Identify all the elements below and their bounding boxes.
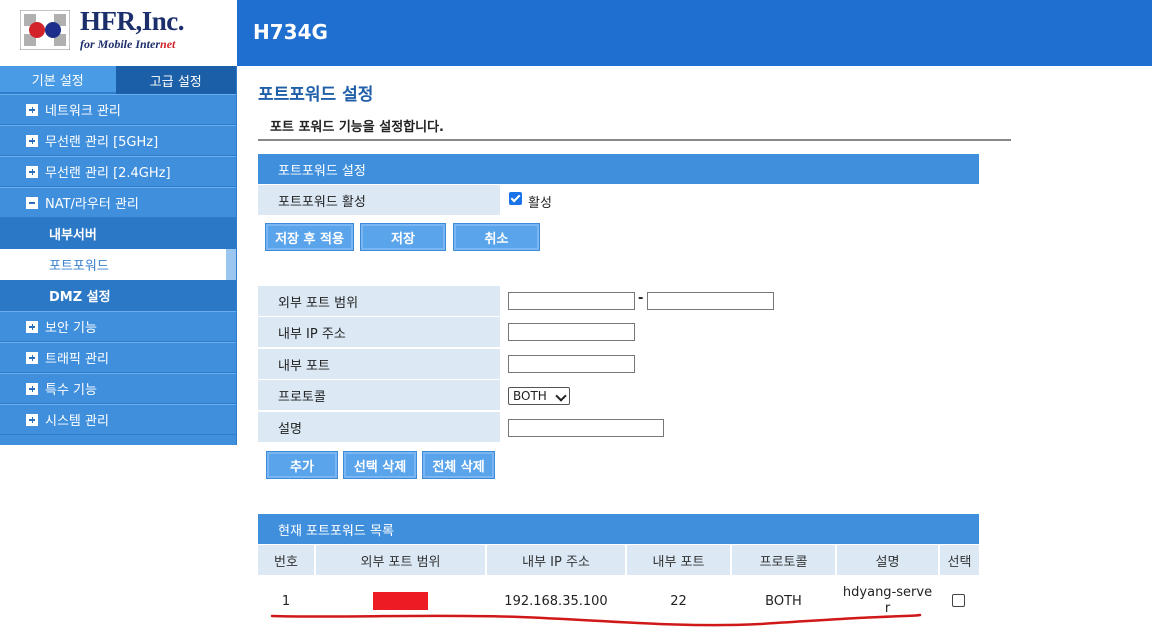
red-underline-annotation	[270, 613, 922, 627]
